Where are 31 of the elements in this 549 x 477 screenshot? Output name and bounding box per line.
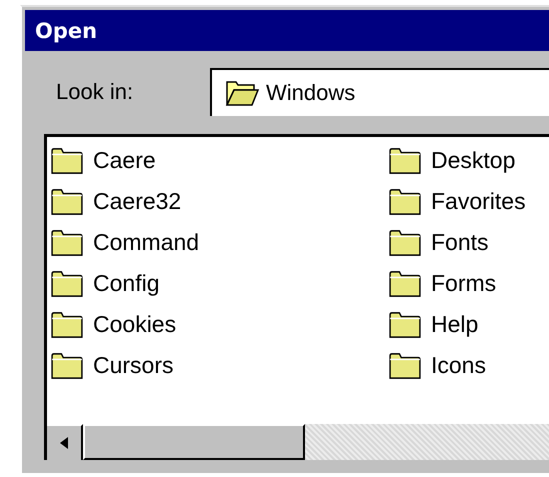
folder-icon bbox=[50, 352, 84, 380]
scroll-thumb[interactable] bbox=[83, 424, 305, 460]
folder-icon bbox=[50, 188, 84, 216]
folder-item[interactable]: Favorites bbox=[385, 181, 549, 222]
folder-icon bbox=[388, 188, 422, 216]
horizontal-scrollbar[interactable] bbox=[47, 424, 549, 460]
folder-item[interactable]: Caere32 bbox=[47, 181, 385, 222]
folder-item[interactable]: Icons bbox=[385, 345, 549, 386]
folder-item[interactable]: Forms bbox=[385, 263, 549, 304]
folder-item[interactable]: Fonts bbox=[385, 222, 549, 263]
folder-icon bbox=[388, 146, 422, 174]
left-arrow-icon bbox=[60, 437, 68, 449]
folder-item[interactable]: Help bbox=[385, 304, 549, 345]
window-title: Open bbox=[35, 18, 98, 42]
folder-icon bbox=[50, 310, 84, 338]
folder-item[interactable]: Cursors bbox=[47, 345, 385, 386]
scroll-left-button[interactable] bbox=[47, 424, 83, 460]
folder-icon bbox=[388, 310, 422, 338]
folder-item[interactable]: Command bbox=[47, 222, 385, 263]
folder-icon bbox=[50, 270, 84, 298]
look-in-dropdown[interactable]: Windows bbox=[210, 68, 549, 116]
folder-icon bbox=[388, 228, 422, 256]
folder-item[interactable]: Cookies bbox=[47, 304, 385, 345]
folder-item[interactable]: Desktop bbox=[385, 140, 549, 181]
folder-item[interactable]: Caere bbox=[47, 140, 385, 181]
folder-icon bbox=[388, 270, 422, 298]
folder-icon bbox=[50, 146, 84, 174]
look-in-label: Look in: bbox=[56, 79, 134, 105]
folder-item[interactable]: Config bbox=[47, 263, 385, 304]
folder-icon bbox=[388, 352, 422, 380]
folder-icon bbox=[50, 228, 84, 256]
